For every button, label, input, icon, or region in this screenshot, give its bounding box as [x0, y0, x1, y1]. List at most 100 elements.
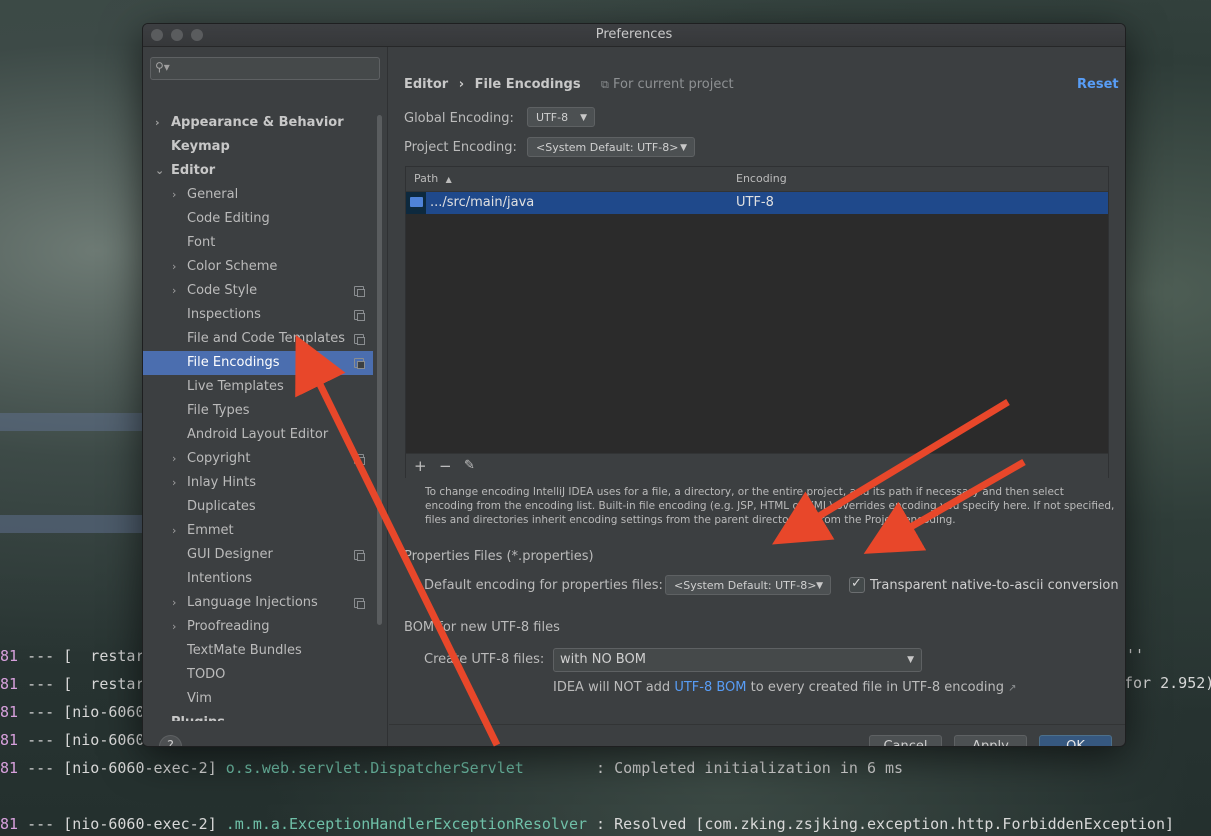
help-button[interactable]: ?: [159, 735, 182, 746]
close-window-button[interactable]: [151, 29, 163, 41]
sidebar-item-appearance[interactable]: › Appearance & Behavior: [143, 111, 373, 135]
settings-search-input[interactable]: ⚲▾: [150, 57, 380, 80]
path-encoding-table: Path ▲ Encoding .../src/main/java UTF-8 …: [405, 166, 1109, 478]
sidebar-item-todo[interactable]: TODO: [143, 663, 373, 687]
project-encoding-label: Project Encoding:: [404, 140, 517, 155]
chevron-down-icon: ⌄: [155, 164, 165, 177]
external-link-icon: ↗: [1008, 683, 1017, 694]
utf8-bom-link[interactable]: UTF-8 BOM: [674, 680, 746, 695]
scope-hint: ⧉ For current project: [601, 77, 734, 92]
terminal-line: 81 --- [nio-6060-exec-2] o.s.web.servlet…: [0, 759, 904, 777]
sidebar-item-plugins[interactable]: Plugins: [143, 711, 373, 721]
row-encoding[interactable]: UTF-8: [736, 195, 774, 210]
caret-down-icon: ▼: [680, 143, 687, 153]
table-toolbar: + − ✎: [406, 453, 1108, 478]
create-utf8-label: Create UTF-8 files:: [424, 652, 545, 667]
sidebar-item-general[interactable]: › General: [143, 183, 373, 207]
sidebar-item-language-injections[interactable]: › Language Injections: [143, 591, 373, 615]
terminal-line: 81 --- [ restar: [0, 675, 145, 693]
remove-icon[interactable]: −: [439, 457, 452, 475]
sidebar-item-font[interactable]: Font: [143, 231, 373, 255]
settings-sidebar: ⚲▾ › Appearance & Behavior Keymap ⌄ Editor…: [143, 47, 388, 746]
sidebar-item-inspections[interactable]: Inspections: [143, 303, 373, 327]
scope-text: For current project: [613, 77, 734, 92]
minimize-window-button[interactable]: [171, 29, 183, 41]
sort-ascending-icon: ▲: [445, 175, 452, 184]
create-utf8-combo[interactable]: with NO BOM ▼: [553, 648, 922, 672]
sidebar-item-duplicates[interactable]: Duplicates: [143, 495, 373, 519]
column-path[interactable]: Path ▲: [414, 172, 452, 185]
chevron-right-icon: ›: [172, 524, 177, 537]
sidebar-item-intentions[interactable]: Intentions: [143, 567, 373, 591]
background-band: [0, 413, 143, 431]
chevron-right-icon: ›: [155, 116, 160, 129]
sidebar-item-android-layout-editor[interactable]: Android Layout Editor: [143, 423, 373, 447]
ok-button[interactable]: OK: [1039, 735, 1112, 746]
sidebar-item-copyright[interactable]: › Copyright: [143, 447, 373, 471]
bom-section-title: BOM for new UTF-8 files: [404, 620, 560, 635]
global-encoding-label: Global Encoding:: [404, 111, 514, 126]
terminal-fragment: '': [1126, 646, 1145, 664]
apply-button[interactable]: Apply: [954, 735, 1027, 746]
global-encoding-dropdown[interactable]: UTF-8 ▼: [527, 107, 595, 127]
project-scope-icon: [354, 598, 365, 609]
title-bar: Preferences: [143, 24, 1125, 47]
chevron-right-icon: ›: [172, 596, 177, 609]
sidebar-scrollbar[interactable]: [377, 115, 382, 625]
encoding-help-text: To change encoding IntelliJ IDEA uses fo…: [425, 486, 1115, 526]
table-header: Path ▲ Encoding: [406, 167, 1108, 192]
sidebar-item-textmate-bundles[interactable]: TextMate Bundles: [143, 639, 373, 663]
properties-encoding-dropdown[interactable]: <System Default: UTF-8> ▼: [665, 575, 831, 595]
chevron-right-icon: ›: [172, 188, 177, 201]
native-to-ascii-checkbox[interactable]: [849, 576, 865, 593]
sidebar-item-code-style[interactable]: › Code Style: [143, 279, 373, 303]
sidebar-item-emmet[interactable]: › Emmet: [143, 519, 373, 543]
caret-down-icon: ▼: [907, 655, 914, 665]
row-path: .../src/main/java: [430, 195, 535, 210]
chevron-right-icon: ›: [172, 452, 177, 465]
native-to-ascii-label[interactable]: Transparent native-to-ascii conversion: [870, 578, 1119, 593]
terminal-line: 81 --- [nio-6060: [0, 731, 145, 749]
sidebar-item-editor[interactable]: ⌄ Editor: [143, 159, 373, 183]
sidebar-item-inlay-hints[interactable]: › Inlay Hints: [143, 471, 373, 495]
sidebar-item-file-code-templates[interactable]: File and Code Templates: [143, 327, 373, 351]
project-scope-icon: ⧉: [601, 78, 609, 91]
breadcrumb: Editor › File Encodings: [404, 77, 581, 92]
footer-divider: [389, 724, 1125, 725]
cancel-button[interactable]: Cancel: [869, 735, 942, 746]
properties-encoding-value: <System Default: UTF-8>: [674, 579, 817, 592]
terminal-line: 81 --- [nio-6060-exec-2] .m.m.a.Exceptio…: [0, 815, 1175, 833]
chevron-right-icon: ›: [172, 260, 177, 273]
add-icon[interactable]: +: [414, 457, 427, 475]
sidebar-item-keymap[interactable]: Keymap: [143, 135, 373, 159]
chevron-right-icon: ›: [172, 476, 177, 489]
sidebar-item-vim[interactable]: Vim: [143, 687, 373, 711]
caret-down-icon: ▼: [816, 581, 823, 591]
project-encoding-dropdown[interactable]: <System Default: UTF-8> ▼: [527, 137, 695, 157]
sidebar-item-live-templates[interactable]: Live Templates: [143, 375, 373, 399]
sidebar-item-file-encodings[interactable]: File Encodings: [143, 351, 373, 375]
background-band: [0, 515, 143, 533]
sidebar-item-color-scheme[interactable]: › Color Scheme: [143, 255, 373, 279]
project-scope-icon: [354, 310, 365, 321]
terminal-line: 81 --- [ restar: [0, 647, 145, 665]
reset-link[interactable]: Reset: [1077, 77, 1119, 92]
sidebar-item-proofreading[interactable]: › Proofreading: [143, 615, 373, 639]
sidebar-item-gui-designer[interactable]: GUI Designer: [143, 543, 373, 567]
file-encodings-panel: Editor › File Encodings ⧉ For current pr…: [389, 47, 1125, 746]
edit-icon[interactable]: ✎: [464, 458, 475, 473]
create-utf8-value: with NO BOM: [560, 652, 646, 667]
sidebar-item-file-types[interactable]: File Types: [143, 399, 373, 423]
search-icon: ⚲▾: [155, 60, 170, 74]
properties-section-title: Properties Files (*.properties): [404, 549, 594, 564]
breadcrumb-parent[interactable]: Editor: [404, 77, 448, 92]
zoom-window-button[interactable]: [191, 29, 203, 41]
column-encoding[interactable]: Encoding: [736, 172, 787, 185]
sidebar-item-code-editing[interactable]: Code Editing: [143, 207, 373, 231]
chevron-right-icon: ›: [172, 620, 177, 633]
folder-icon: [410, 197, 423, 207]
project-encoding-value: <System Default: UTF-8>: [536, 141, 679, 154]
project-scope-icon: [354, 550, 365, 561]
project-scope-icon: [354, 286, 365, 297]
caret-down-icon: ▼: [580, 113, 587, 123]
